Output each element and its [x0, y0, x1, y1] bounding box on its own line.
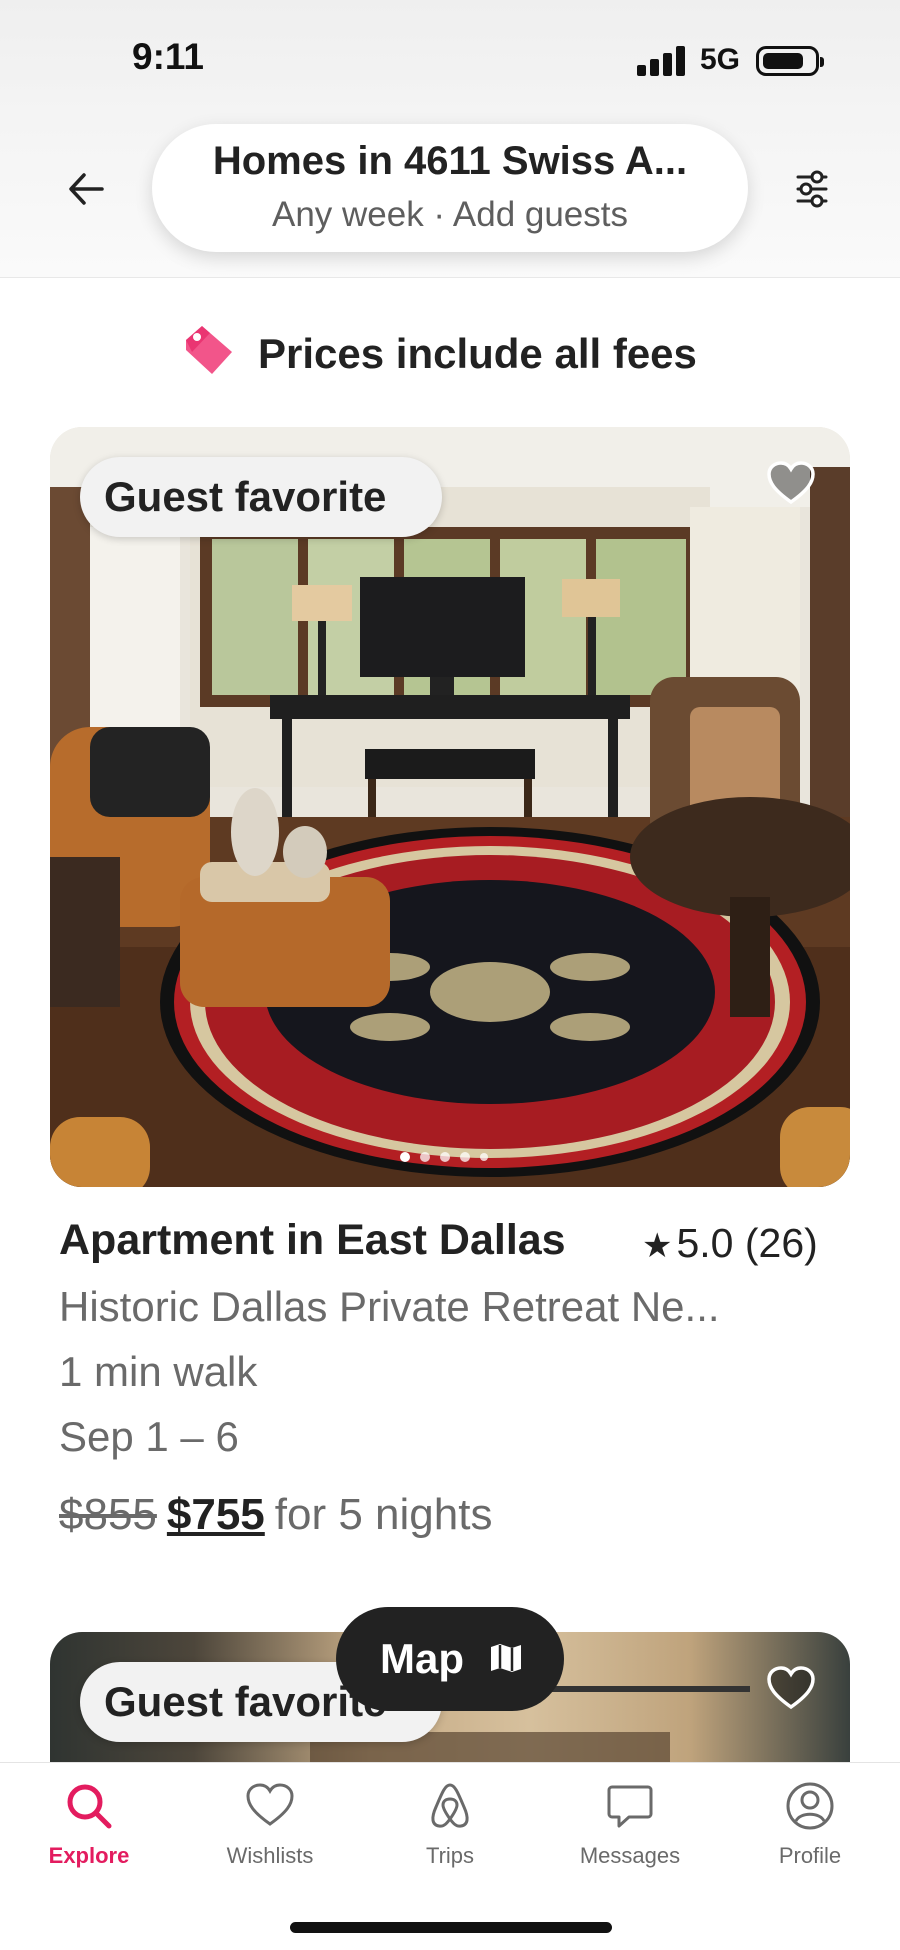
map-button[interactable]: Map: [336, 1607, 564, 1711]
home-indicator: [290, 1922, 612, 1933]
price-original: $855: [59, 1490, 157, 1539]
network-label: 5G: [700, 43, 741, 76]
heart-icon: [246, 1783, 294, 1826]
listing-photo[interactable]: [50, 427, 850, 1187]
map-icon: [491, 1644, 521, 1672]
star-icon: ★: [642, 1227, 673, 1265]
battery-icon: [756, 46, 824, 76]
tab-wishlists[interactable]: Wishlists: [195, 1779, 345, 1899]
tab-messages-label: Messages: [579, 1843, 681, 1868]
listing-rating: ★5.0 (26): [642, 1220, 818, 1267]
save-wishlist-button-2[interactable]: [764, 1662, 818, 1716]
map-button-label: Map: [380, 1635, 464, 1682]
search-pill[interactable]: Homes in 4611 Swiss A... Any week · Add …: [152, 124, 748, 252]
photo-pagination: [400, 1150, 500, 1164]
profile-icon: [786, 1782, 834, 1830]
status-time: 9:11: [132, 36, 205, 77]
signal-icon: [637, 46, 687, 76]
heart-icon: [767, 1666, 815, 1710]
price-current[interactable]: $755: [167, 1490, 265, 1539]
filter-icon: [796, 170, 828, 208]
guest-favorite-badge: Guest favorite: [80, 457, 442, 537]
listing-dates: Sep 1 – 6: [59, 1413, 239, 1460]
fees-notice: Prices include all fees: [258, 330, 697, 377]
search-title: Homes in 4611 Swiss A...: [212, 139, 688, 183]
heart-icon: [767, 461, 815, 505]
tab-trips[interactable]: Trips: [375, 1779, 525, 1899]
filter-button[interactable]: [784, 164, 840, 214]
price-tag-icon: [180, 322, 236, 378]
listing-price[interactable]: $855 $755 for 5 nights: [59, 1490, 492, 1540]
screen: 9:11 5G Homes in 4611 Swiss A... Any wee…: [0, 0, 900, 1950]
listing-description: Historic Dallas Private Retreat Ne...: [59, 1283, 720, 1330]
tab-trips-label: Trips: [425, 1843, 475, 1868]
airbnb-logo-icon: [431, 1783, 469, 1828]
rating-value: 5.0 (26): [676, 1220, 818, 1266]
tab-explore[interactable]: Explore: [14, 1779, 164, 1899]
message-icon: [607, 1785, 653, 1828]
tab-profile[interactable]: Profile: [735, 1779, 885, 1899]
tab-messages[interactable]: Messages: [555, 1779, 705, 1899]
tab-explore-label: Explore: [48, 1843, 130, 1868]
search-icon: [67, 1784, 112, 1829]
price-suffix: for 5 nights: [274, 1490, 493, 1539]
tab-profile-label: Profile: [778, 1843, 842, 1868]
arrow-left-icon: [69, 173, 104, 205]
listing-title[interactable]: Apartment in East Dallas: [59, 1216, 566, 1265]
tab-wishlists-label: Wishlists: [226, 1843, 314, 1868]
search-subtitle: Any week · Add guests: [271, 195, 629, 234]
back-button[interactable]: [58, 164, 118, 214]
save-wishlist-button[interactable]: [764, 457, 818, 511]
living-room-photo: [50, 427, 850, 1187]
listing-distance: 1 min walk: [59, 1348, 258, 1395]
